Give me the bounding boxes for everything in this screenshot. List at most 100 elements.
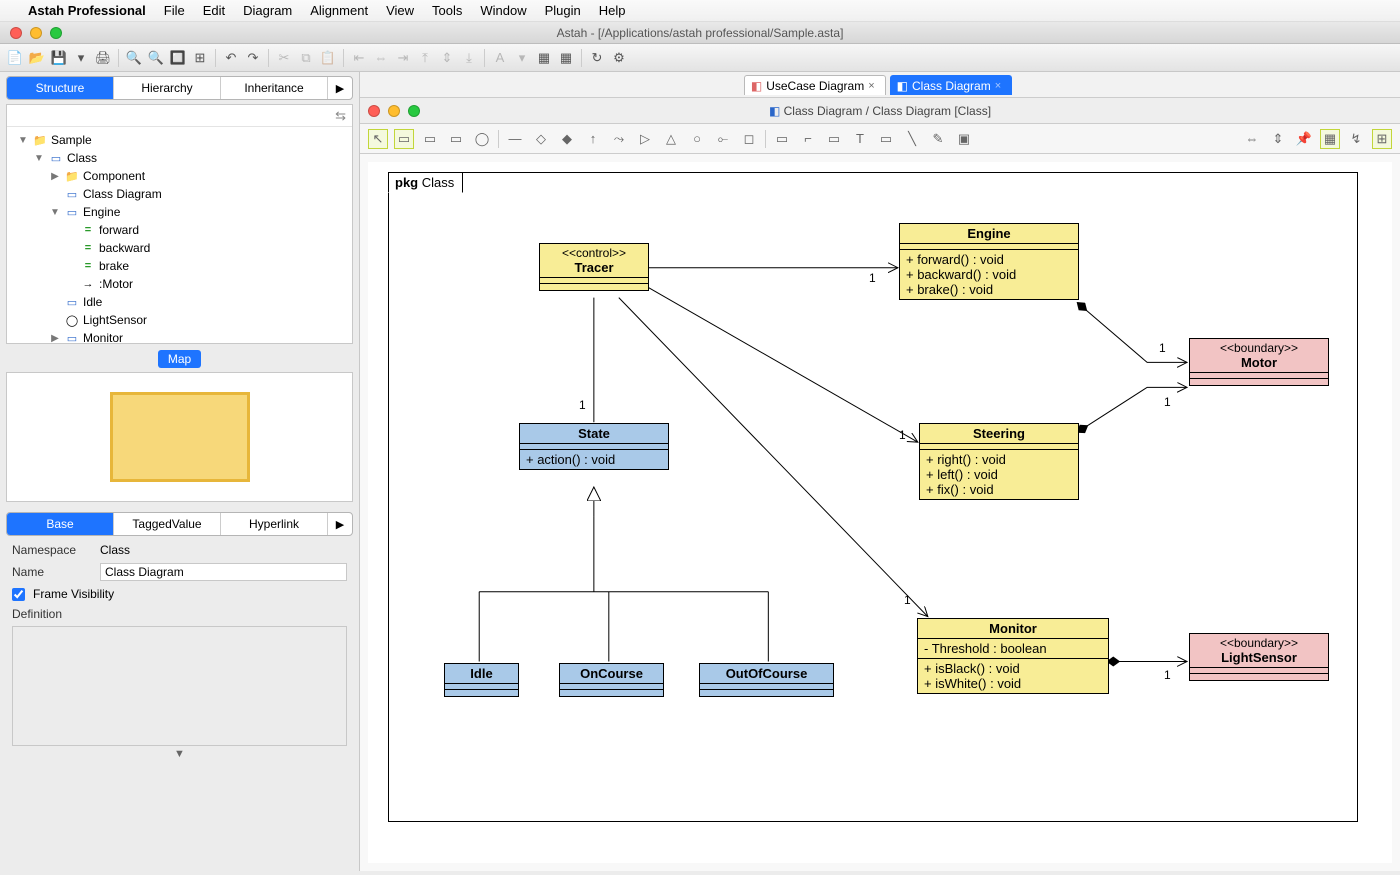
zoom-in-icon[interactable]: 🔍 [125,49,143,67]
align-left-icon[interactable]: ⇤ [350,49,368,67]
open-file-icon[interactable]: 📂 [28,49,46,67]
proptab-overflow-icon[interactable]: ▶ [328,513,352,535]
font-icon[interactable]: A [491,49,509,67]
prop-definition-input[interactable] [12,626,347,746]
prop-framevis-checkbox[interactable] [12,588,25,601]
composition-tool-icon[interactable]: ◆ [557,129,577,149]
realization-tool-icon[interactable]: ▷ [635,129,655,149]
constraint-tool-icon[interactable]: ▭ [824,129,844,149]
tree-item[interactable]: ▼▭Engine [11,203,348,221]
refresh-icon[interactable]: ↻ [588,49,606,67]
text-tool-icon[interactable]: T [850,129,870,149]
new-file-icon[interactable]: 📄 [6,49,24,67]
menu-window[interactable]: Window [480,3,526,18]
tree-item[interactable]: ▼▭Class [11,149,348,167]
freehand-tool-icon[interactable]: ✎ [928,129,948,149]
tab-overflow-icon[interactable]: ▶ [328,77,352,99]
port-tool-icon[interactable]: ◻ [739,129,759,149]
tree-item[interactable]: ▭Class Diagram [11,185,348,203]
structure-tree[interactable]: ⇆ ▼📁Sample▼▭Class▶📁Component▭Class Diagr… [6,104,353,344]
tree-item[interactable]: =backward [11,239,348,257]
class-engine[interactable]: Engine + forward() : void+ backward() : … [899,223,1079,300]
prop-name-input[interactable] [100,563,347,581]
tree-item[interactable]: ▶▭Monitor [11,329,348,344]
package-tool-icon[interactable]: ▭ [420,129,440,149]
map-overview[interactable] [6,372,353,502]
class-oncourse[interactable]: OnCourse [559,663,664,697]
pin-icon[interactable]: 📌 [1294,129,1314,149]
class-steering[interactable]: Steering + right() : void+ left() : void… [919,423,1079,500]
menu-alignment[interactable]: Alignment [310,3,368,18]
line-tool-icon[interactable]: ╲ [902,129,922,149]
menu-plugin[interactable]: Plugin [545,3,581,18]
print-icon[interactable]: 🖨 [94,49,112,67]
dependency-tool-icon[interactable]: ⤳ [609,129,629,149]
tab-hierarchy[interactable]: Hierarchy [114,77,221,99]
layout-icon[interactable]: ▦ [557,49,575,67]
dropdown-icon[interactable]: ▾ [72,49,90,67]
diagram-canvas[interactable]: pkg Class [368,162,1392,863]
tab-hyperlink[interactable]: Hyperlink [221,513,328,535]
align-h-icon[interactable]: ⇔ [1242,129,1262,149]
frame-tool-icon[interactable]: ▭ [394,129,414,149]
grid-icon[interactable]: ▦ [535,49,553,67]
anchor-tool-icon[interactable]: ⌐ [798,129,818,149]
image-tool-icon[interactable]: ▣ [954,129,974,149]
color-icon[interactable]: ▾ [513,49,531,67]
menu-edit[interactable]: Edit [203,3,225,18]
tree-item[interactable]: =forward [11,221,348,239]
generalization-tool-icon[interactable]: △ [661,129,681,149]
zoom-out-icon[interactable]: 🔍 [147,49,165,67]
close-icon[interactable]: × [868,80,874,92]
diagram-frame[interactable]: pkg Class [388,172,1358,822]
select-tool-icon[interactable]: ↖ [368,129,388,149]
menu-view[interactable]: View [386,3,414,18]
menu-help[interactable]: Help [599,3,626,18]
align-top-icon[interactable]: ⤒ [416,49,434,67]
paste-icon[interactable]: 📋 [319,49,337,67]
rect-tool-icon[interactable]: ▭ [876,129,896,149]
zoom-fit-icon[interactable]: 🔲 [169,49,187,67]
class-monitor[interactable]: Monitor - Threshold : boolean + isBlack(… [917,618,1109,694]
class-state[interactable]: State + action() : void [519,423,669,470]
menu-diagram[interactable]: Diagram [243,3,292,18]
usage-tool-icon[interactable]: ⟜ [713,129,733,149]
tree-sync-icon[interactable]: ⇆ [335,108,346,124]
tree-item[interactable]: →:Motor [11,275,348,293]
tab-class-diagram[interactable]: ◧ Class Diagram × [890,75,1012,95]
gridmode-icon[interactable]: ▦ [1320,129,1340,149]
tab-structure[interactable]: Structure [7,77,114,99]
align-bottom-icon[interactable]: ⤓ [460,49,478,67]
class-idle[interactable]: Idle [444,663,519,697]
tab-taggedvalue[interactable]: TaggedValue [114,513,221,535]
save-icon[interactable]: 💾 [50,49,68,67]
zoom-actual-icon[interactable]: ⊞ [191,49,209,67]
class-motor[interactable]: <<boundary>>Motor [1189,338,1329,386]
undo-icon[interactable]: ↶ [222,49,240,67]
close-icon[interactable]: × [995,80,1001,92]
tree-item[interactable]: ◯LightSensor [11,311,348,329]
arrow-tool-icon[interactable]: ↑ [583,129,603,149]
panel-collapse-icon[interactable]: ▼ [0,748,359,760]
copy-icon[interactable]: ⧉ [297,49,315,67]
tools-icon[interactable]: ⚙ [610,49,628,67]
align-v-icon[interactable]: ⇕ [1268,129,1288,149]
association-tool-icon[interactable]: — [505,129,525,149]
tab-inheritance[interactable]: Inheritance [221,77,328,99]
note-tool-icon[interactable]: ▭ [772,129,792,149]
class-tracer[interactable]: <<control>>Tracer [539,243,649,291]
tree-item[interactable]: =brake [11,257,348,275]
align-right-icon[interactable]: ⇥ [394,49,412,67]
app-name[interactable]: Astah Professional [28,3,146,18]
route-icon[interactable]: ↯ [1346,129,1366,149]
cut-icon[interactable]: ✂ [275,49,293,67]
circle-tool-icon[interactable]: ○ [687,129,707,149]
aggregation-tool-icon[interactable]: ◇ [531,129,551,149]
class-lightsensor[interactable]: <<boundary>>LightSensor [1189,633,1329,681]
interface-tool-icon[interactable]: ◯ [472,129,492,149]
tab-usecase-diagram[interactable]: ◧ UseCase Diagram × [744,75,886,95]
class-tool-icon[interactable]: ▭ [446,129,466,149]
snap-icon[interactable]: ⊞ [1372,129,1392,149]
menu-tools[interactable]: Tools [432,3,462,18]
tree-item[interactable]: ▶📁Component [11,167,348,185]
